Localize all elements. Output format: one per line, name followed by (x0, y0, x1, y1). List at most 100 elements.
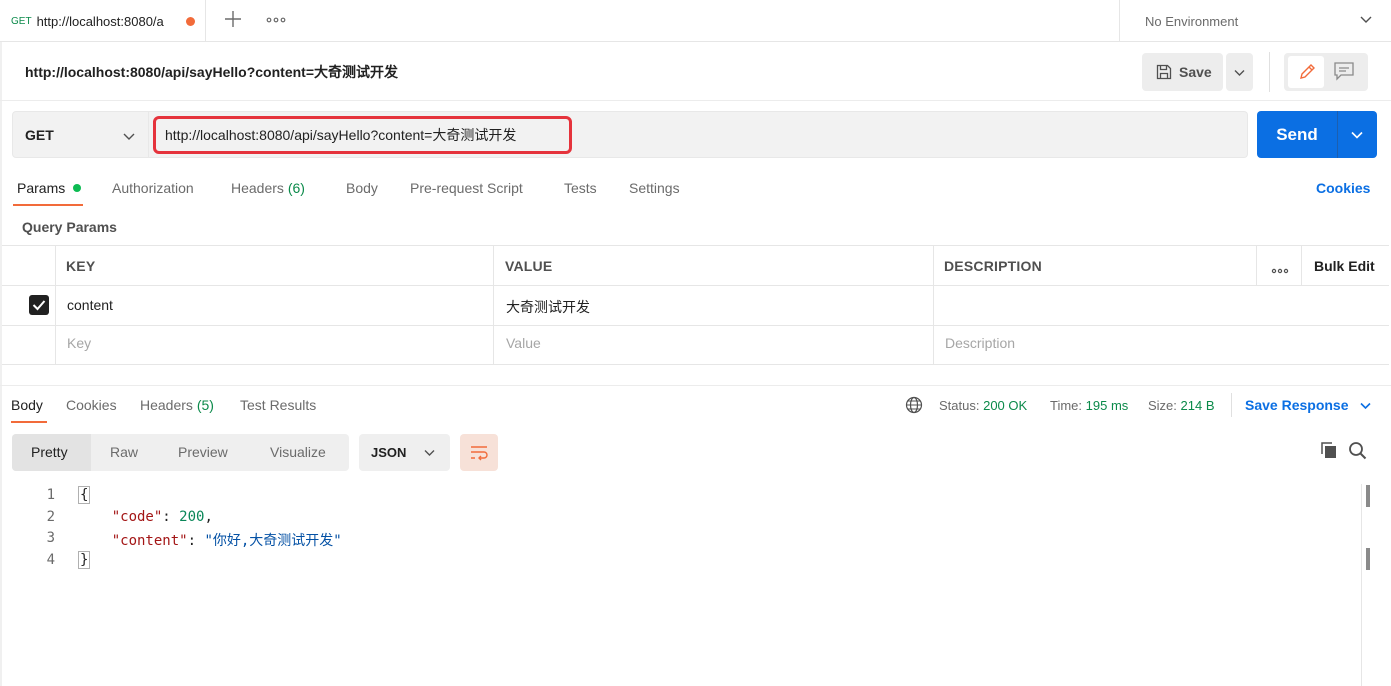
save-response-button[interactable]: Save Response (1245, 397, 1349, 413)
wrap-lines-button[interactable] (460, 434, 498, 471)
chevron-down-icon (424, 450, 435, 456)
json-key: "content" (111, 533, 188, 549)
tab-params[interactable]: Params (17, 180, 65, 196)
method-select[interactable]: GET (12, 111, 149, 158)
new-value-input[interactable]: Value (506, 335, 541, 351)
status-label: Status: (939, 398, 980, 413)
status-value: 200 OK (983, 398, 1028, 413)
chevron-down-icon[interactable] (1359, 399, 1372, 415)
column-header-value: VALUE (505, 258, 553, 274)
json-string: "你好,大奇测试开发" (204, 533, 342, 549)
divider (1337, 111, 1338, 158)
divider (1231, 393, 1232, 417)
response-tab-body[interactable]: Body (11, 397, 43, 413)
new-tab-plus-icon[interactable] (222, 8, 244, 30)
tab-pre-request-script[interactable]: Pre-request Script (410, 180, 523, 196)
json-brace: } (78, 551, 91, 569)
response-tab-cookies[interactable]: Cookies (66, 397, 117, 413)
divider (1269, 52, 1270, 92)
time-readout[interactable]: Time: 195 ms (1050, 398, 1128, 413)
format-label: JSON (371, 445, 407, 460)
json-key: "code" (111, 509, 163, 525)
tab-settings[interactable]: Settings (629, 180, 680, 196)
line-number: 2 (46, 509, 55, 525)
param-checkbox[interactable] (29, 295, 49, 315)
tab-headers[interactable]: Headers (6) (231, 180, 305, 196)
send-dropdown-icon[interactable] (1350, 128, 1364, 145)
response-tab-headers[interactable]: Headers (5) (140, 397, 214, 413)
send-button[interactable]: Send (1257, 111, 1337, 158)
new-description-input[interactable]: Description (945, 335, 1015, 351)
tab-body[interactable]: Body (346, 180, 378, 196)
divider (0, 100, 1391, 101)
url-text: http://localhost:8080/api/sayHello?conte… (165, 127, 517, 143)
status-readout[interactable]: Status: 200 OK (939, 398, 1027, 413)
bulk-edit-button[interactable]: Bulk Edit (1314, 258, 1375, 274)
line-number: 1 (46, 487, 55, 503)
request-tab[interactable]: GET http://localhost:8080/a (0, 0, 206, 42)
view-visualize-button[interactable]: Visualize (270, 444, 326, 460)
edit-mode-button[interactable] (1288, 56, 1324, 88)
response-tab-test-results[interactable]: Test Results (240, 397, 316, 413)
time-value: 195 ms (1085, 398, 1129, 413)
globe-icon[interactable] (905, 396, 923, 417)
active-tab-indicator (13, 204, 83, 206)
code-line[interactable]: "content": "你好,大奇测试开发" (78, 530, 342, 550)
tab-more-icon[interactable] (264, 13, 288, 25)
environment-select[interactable]: No Environment (1119, 0, 1391, 42)
tab-tests[interactable]: Tests (564, 180, 597, 196)
search-icon[interactable] (1348, 441, 1367, 463)
active-tab-indicator (11, 421, 47, 423)
environment-label: No Environment (1145, 13, 1239, 29)
json-brace: { (78, 486, 91, 504)
table-border (2, 285, 1389, 286)
table-border (2, 245, 1389, 246)
table-border (493, 245, 494, 365)
code-line[interactable]: "code": 200, (78, 509, 213, 525)
new-key-input[interactable]: Key (67, 335, 91, 351)
scrollbar-marker[interactable] (1366, 548, 1370, 570)
wrap-icon (471, 446, 488, 461)
scrollbar-marker[interactable] (1366, 485, 1370, 507)
tab-url: http://localhost:8080/a (36, 13, 164, 29)
divider (0, 385, 1391, 386)
table-border (2, 364, 1389, 365)
table-more-icon[interactable] (1270, 262, 1290, 278)
copy-icon[interactable] (1320, 441, 1338, 462)
param-key[interactable]: content (67, 297, 113, 313)
method-label: GET (25, 126, 54, 143)
checkmark-icon (32, 300, 46, 311)
query-params-title: Query Params (22, 219, 117, 235)
code-line[interactable]: } (78, 551, 91, 569)
view-preview-button[interactable]: Preview (178, 444, 228, 460)
chevron-down-icon (123, 133, 135, 140)
code-line[interactable]: { (78, 486, 91, 504)
param-value[interactable]: 大奇测试开发 (506, 297, 590, 317)
table-border (1301, 245, 1302, 285)
response-headers-label: Headers (140, 397, 193, 413)
response-headers-count: (5) (196, 397, 214, 413)
comment-mode-icon[interactable] (1332, 60, 1356, 85)
editor-scrollbar-track (1361, 484, 1362, 686)
view-raw-button[interactable]: Raw (110, 444, 138, 460)
table-border (1256, 245, 1257, 285)
save-button[interactable]: Save (1142, 53, 1223, 91)
url-input[interactable]: http://localhost:8080/api/sayHello?conte… (153, 116, 572, 154)
tab-method: GET (11, 15, 32, 27)
cookies-link[interactable]: Cookies (1316, 180, 1370, 196)
pencil-icon (1300, 64, 1315, 79)
save-dropdown-button[interactable] (1226, 53, 1253, 91)
json-number: 200 (179, 509, 205, 525)
request-title[interactable]: http://localhost:8080/api/sayHello?conte… (25, 62, 398, 82)
size-readout[interactable]: Size: 214 B (1148, 398, 1215, 413)
size-label: Size: (1148, 398, 1177, 413)
view-pretty-button[interactable]: Pretty (31, 444, 68, 460)
chevron-down-icon (1234, 70, 1245, 76)
tab-authorization[interactable]: Authorization (112, 180, 194, 196)
format-select[interactable]: JSON (359, 434, 450, 471)
save-icon (1156, 64, 1172, 80)
table-border (933, 245, 934, 365)
table-border (55, 245, 56, 365)
line-number: 3 (46, 530, 55, 546)
column-header-key: KEY (66, 258, 96, 274)
